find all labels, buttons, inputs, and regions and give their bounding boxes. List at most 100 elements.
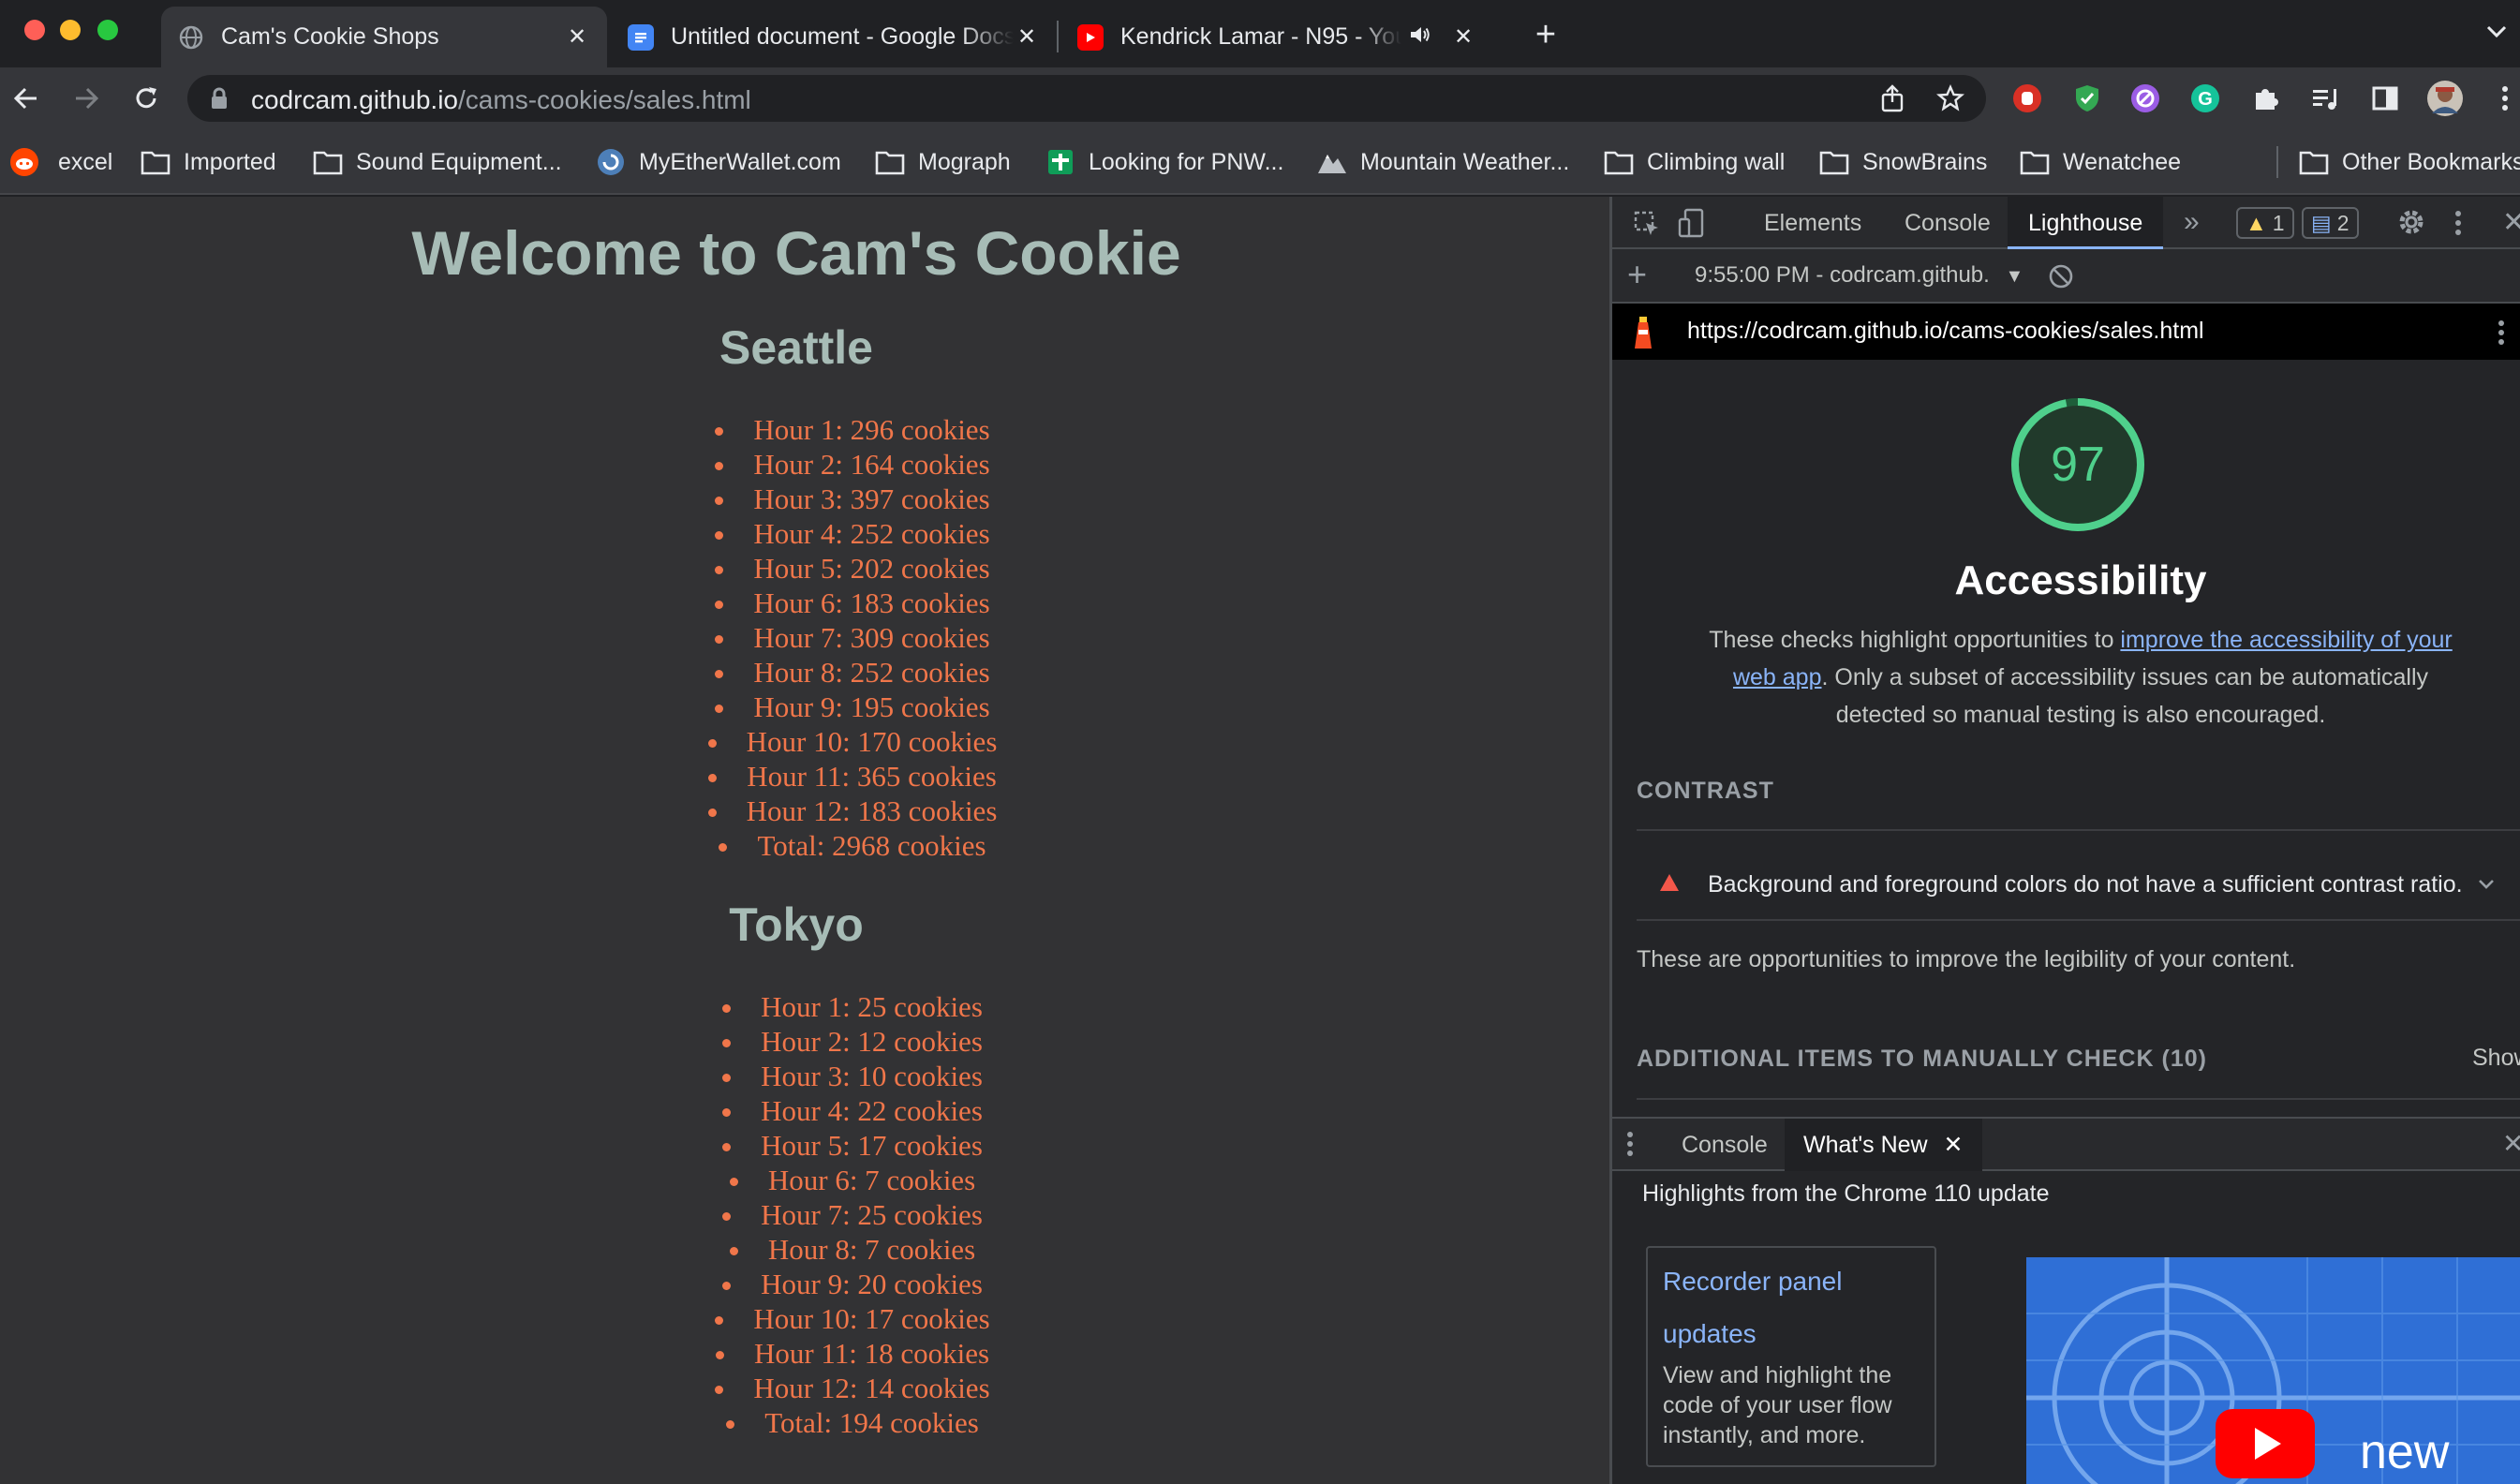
new-report-plus-icon[interactable]: + bbox=[1627, 255, 1647, 294]
reload-button[interactable] bbox=[127, 80, 165, 117]
bookmark-wenatchee[interactable]: Wenatchee bbox=[2020, 145, 2181, 179]
bookmark-looking-for-pnw[interactable]: Looking for PNW... bbox=[1045, 145, 1283, 179]
store-heading-tokyo: Tokyo bbox=[729, 898, 864, 951]
category-title: Accessibility bbox=[1954, 557, 2207, 603]
tab-title: Kendrick Lamar - N95 - YouTube bbox=[1120, 23, 1401, 50]
tab-search-chevron-icon[interactable] bbox=[2483, 17, 2520, 54]
bookmark-imported[interactable]: Imported bbox=[141, 145, 276, 179]
tab-title: Cam's Cookie Shops bbox=[221, 23, 439, 50]
drawer-tab-console[interactable]: Console bbox=[1663, 1119, 1786, 1171]
speaker-icon[interactable] bbox=[1409, 24, 1437, 50]
device-toolbar-icon[interactable] bbox=[1678, 208, 1708, 243]
list-item: Hour 10: 17 cookies bbox=[0, 1301, 1609, 1336]
close-drawer-icon[interactable]: ✕ bbox=[2502, 1128, 2520, 1159]
report-selector[interactable]: 9:55:00 PM - codrcam.github. ▼ bbox=[1695, 262, 2023, 289]
list-item: Hour 11: 365 cookies bbox=[0, 759, 1609, 794]
close-tab-icon[interactable]: ✕ bbox=[564, 24, 590, 51]
divider bbox=[1637, 1098, 2520, 1100]
media-controls-icon[interactable] bbox=[2306, 80, 2344, 117]
close-tab-icon[interactable]: ✕ bbox=[1944, 1132, 1964, 1158]
folder-icon bbox=[2299, 147, 2329, 177]
tab-console[interactable]: Console bbox=[1884, 197, 2011, 249]
globe-icon bbox=[178, 24, 204, 51]
devtools-menu-icon[interactable] bbox=[2453, 209, 2463, 242]
report-menu-icon[interactable] bbox=[2497, 319, 2506, 351]
close-tab-icon[interactable]: ✕ bbox=[1014, 24, 1040, 51]
recorder-update-card[interactable]: Recorder panel updates View and highligh… bbox=[1646, 1246, 1936, 1467]
bookmark-other-bookmarks[interactable]: Other Bookmarks bbox=[2299, 145, 2520, 179]
video-thumbnail[interactable]: new bbox=[2026, 1257, 2520, 1484]
google-docs-icon bbox=[628, 23, 654, 51]
tab-cams-cookie-shops[interactable]: Cam's Cookie Shops ✕ bbox=[161, 7, 607, 67]
close-tab-icon[interactable]: ✕ bbox=[1450, 24, 1476, 51]
messages-badge[interactable]: ▤ 2 bbox=[2302, 207, 2359, 239]
bookmark-climbing-wall[interactable]: Climbing wall bbox=[1604, 145, 1785, 179]
list-item: Hour 4: 252 cookies bbox=[0, 516, 1609, 551]
mountain-icon bbox=[1317, 147, 1347, 177]
drawer-menu-icon[interactable] bbox=[1625, 1130, 1635, 1163]
side-panel-icon[interactable] bbox=[2366, 80, 2404, 117]
contrast-audit-row[interactable]: Background and foreground colors do not … bbox=[1637, 853, 2520, 942]
warning-icon: ▲ bbox=[2246, 210, 2267, 235]
close-devtools-icon[interactable]: ✕ bbox=[2502, 206, 2520, 239]
bookmark-star-icon[interactable] bbox=[1932, 80, 1969, 117]
expand-chevron-icon[interactable] bbox=[2476, 873, 2497, 898]
new-tab-button[interactable]: + bbox=[1527, 17, 1564, 54]
devtools-panel: Elements Console Lighthouse » ▲ 1 ▤ 2 ✕ … bbox=[1609, 197, 2520, 1484]
bookmarks-bar: excel Imported Sound Equipment... MyEthe… bbox=[0, 129, 2520, 195]
tab-lighthouse[interactable]: Lighthouse bbox=[2008, 197, 2164, 249]
inspect-element-icon[interactable] bbox=[1633, 210, 1661, 243]
arrow-left-icon bbox=[13, 87, 37, 110]
address-bar[interactable]: codrcam.github.io/cams-cookies/sales.htm… bbox=[187, 75, 1986, 122]
bookmark-snowbrains[interactable]: SnowBrains bbox=[1819, 145, 1987, 179]
list-item: Hour 10: 170 cookies bbox=[0, 724, 1609, 759]
lighthouse-toolbar: + 9:55:00 PM - codrcam.github. ▼ bbox=[1612, 249, 2520, 304]
folder-icon bbox=[313, 147, 343, 177]
card-title[interactable]: Recorder panel updates bbox=[1663, 1255, 1920, 1360]
tab-strip: Cam's Cookie Shops ✕ Untitled document -… bbox=[0, 0, 2520, 67]
tab-elements[interactable]: Elements bbox=[1743, 197, 1882, 249]
drawer-tab-whats-new[interactable]: What's New ✕ bbox=[1785, 1119, 1982, 1171]
warning-count: 1 bbox=[2272, 210, 2285, 235]
tab-google-docs[interactable]: Untitled document - Google Docs ✕ bbox=[611, 7, 1057, 67]
thumbnail-label: new bbox=[2360, 1425, 2450, 1479]
minimize-window-button[interactable] bbox=[60, 20, 81, 40]
bookmark-mountain-weather[interactable]: Mountain Weather... bbox=[1317, 145, 1569, 179]
card-body: View and highlight the code of your user… bbox=[1663, 1362, 1892, 1448]
list-item: Hour 8: 252 cookies bbox=[0, 655, 1609, 690]
sales-list-seattle: Hour 1: 296 cookies Hour 2: 164 cookies … bbox=[0, 412, 1609, 863]
ublock-extension-icon[interactable] bbox=[2009, 80, 2046, 117]
block-extension-icon[interactable] bbox=[2127, 80, 2164, 117]
reload-icon bbox=[136, 87, 156, 109]
tab-youtube[interactable]: Kendrick Lamar - N95 - YouTube ✕ bbox=[1060, 7, 1506, 67]
bookmark-myetherwallet[interactable]: MyEtherWallet.com bbox=[596, 145, 841, 179]
bookmark-excel[interactable]: excel bbox=[9, 145, 112, 179]
back-button[interactable] bbox=[7, 80, 45, 117]
puzzle-extensions-icon[interactable] bbox=[2246, 80, 2284, 117]
share-icon[interactable] bbox=[1874, 80, 1911, 117]
list-item: Hour 5: 17 cookies bbox=[0, 1128, 1609, 1163]
list-item: Hour 2: 164 cookies bbox=[0, 447, 1609, 482]
list-item: Hour 3: 397 cookies bbox=[0, 482, 1609, 516]
clear-reports-icon[interactable] bbox=[2047, 262, 2075, 295]
list-item: Hour 9: 195 cookies bbox=[0, 690, 1609, 724]
close-window-button[interactable] bbox=[24, 20, 45, 40]
bookmark-sound-equipment[interactable]: Sound Equipment... bbox=[313, 145, 562, 179]
lock-icon[interactable] bbox=[210, 87, 229, 114]
manual-check-heading[interactable]: ADDITIONAL ITEMS TO MANUALLY CHECK (10) bbox=[1637, 1046, 2207, 1073]
zoom-window-button[interactable] bbox=[97, 20, 118, 40]
warnings-badge[interactable]: ▲ 1 bbox=[2236, 207, 2294, 239]
list-item: Hour 9: 20 cookies bbox=[0, 1267, 1609, 1301]
youtube-play-icon[interactable] bbox=[2216, 1409, 2315, 1483]
list-item: Hour 12: 14 cookies bbox=[0, 1371, 1609, 1405]
forward-button[interactable] bbox=[67, 80, 105, 117]
lighthouse-logo-icon bbox=[1631, 315, 1655, 355]
more-tabs-chevron-icon[interactable]: » bbox=[2184, 206, 2200, 238]
shield-extension-icon[interactable] bbox=[2068, 80, 2106, 117]
profile-avatar[interactable] bbox=[2426, 80, 2464, 117]
grammarly-extension-icon[interactable]: G bbox=[2186, 80, 2224, 117]
show-button[interactable]: Show bbox=[2472, 1045, 2520, 1072]
settings-gear-icon[interactable] bbox=[2395, 206, 2427, 243]
bookmark-mograph[interactable]: Mograph bbox=[875, 145, 1011, 179]
chrome-menu-icon[interactable] bbox=[2486, 80, 2520, 117]
